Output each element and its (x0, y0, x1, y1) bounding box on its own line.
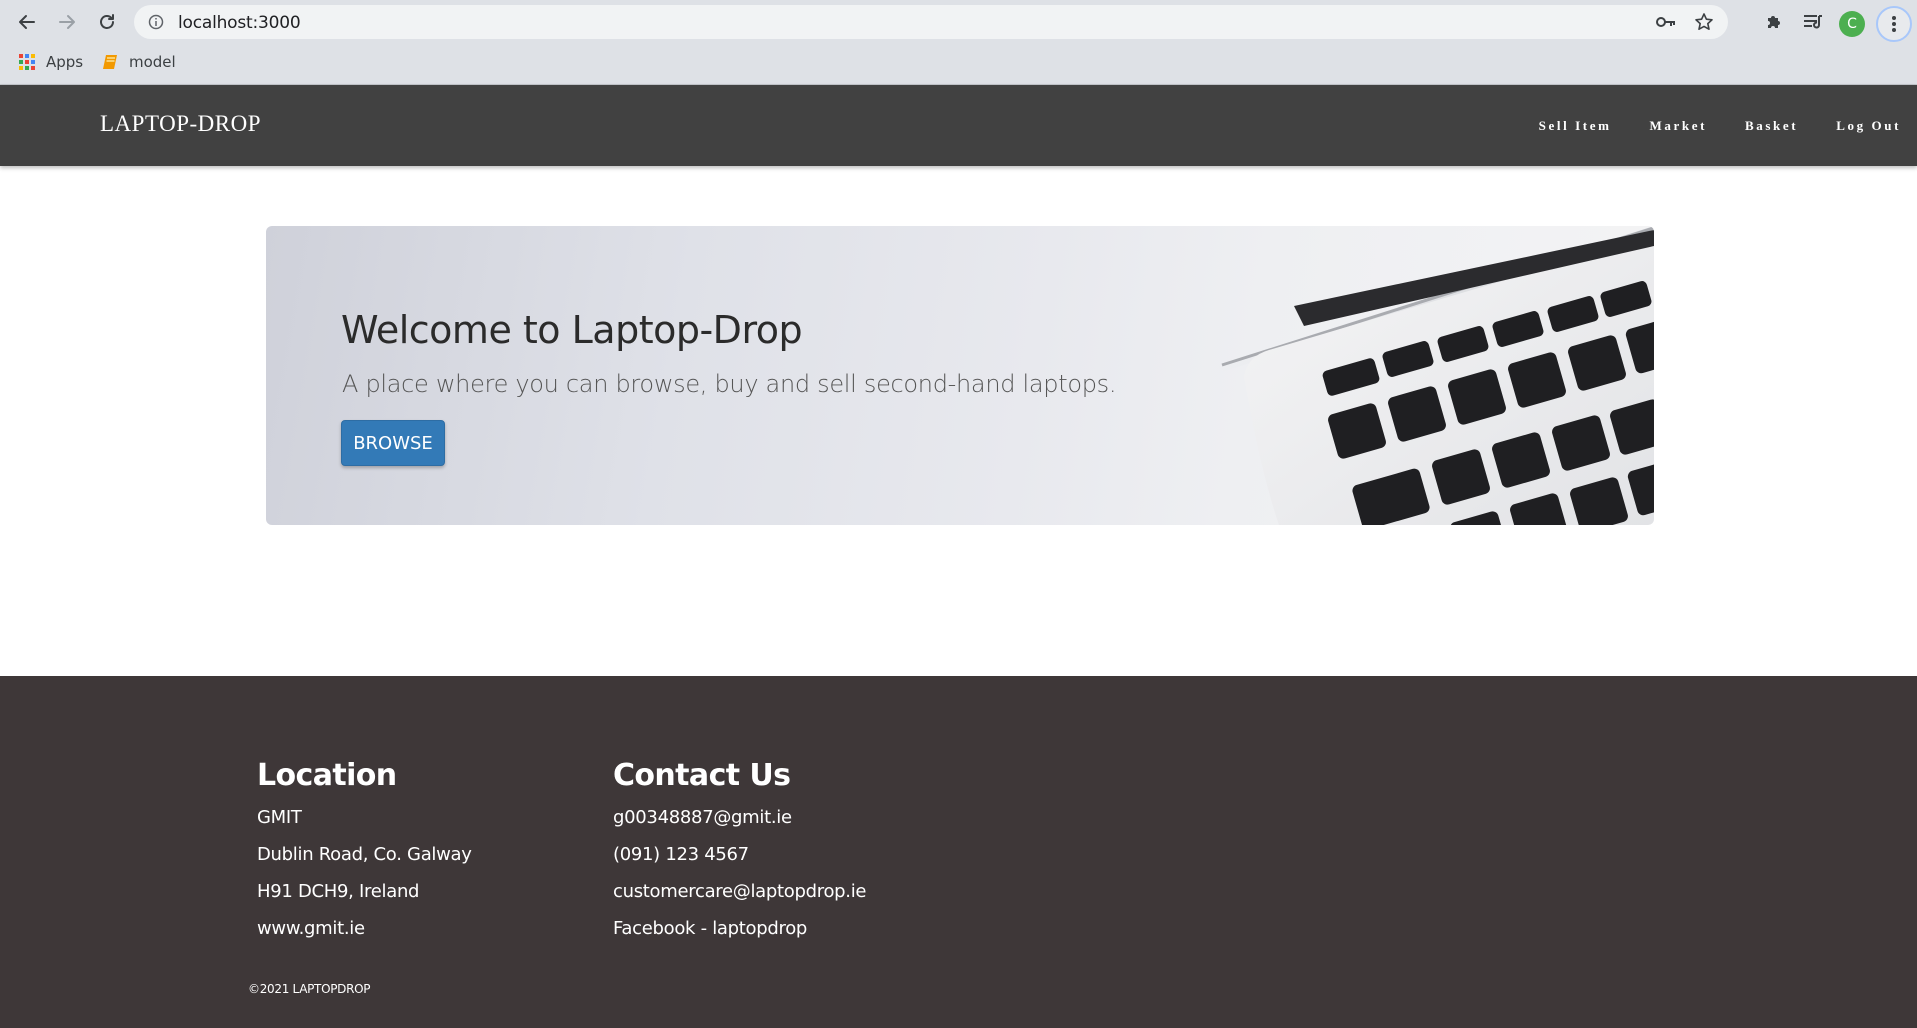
browser-chrome: localhost:3000 C Apps model (0, 0, 1917, 85)
brand-logo[interactable]: LAPTOP-DROP (100, 111, 261, 137)
footer-location-line: GMIT (257, 807, 302, 828)
reload-button[interactable] (91, 6, 123, 38)
footer-phone: (091) 123 4567 (613, 844, 749, 865)
footer-facebook-link[interactable]: Facebook - laptopdrop (613, 918, 866, 955)
extensions-button[interactable] (1758, 6, 1790, 38)
copyright-text: ©2021 LAPTOPDROP (248, 982, 371, 996)
forward-button[interactable] (51, 6, 83, 38)
bookmarks-bar: Apps model (0, 44, 1917, 84)
footer-contact-heading: Contact Us (613, 758, 791, 793)
bookmark-model[interactable]: model (101, 53, 176, 71)
nav-link-log-out[interactable]: Log Out (1836, 118, 1901, 134)
reload-icon (100, 14, 114, 29)
info-icon[interactable] (148, 14, 164, 30)
url-text[interactable]: localhost:3000 (178, 13, 301, 33)
footer-location: Location GMIT Dublin Road, Co. Galway H9… (257, 758, 472, 955)
key-icon[interactable] (1656, 14, 1676, 30)
nav-link-sell-item[interactable]: Sell Item (1539, 118, 1612, 134)
footer-location-line: H91 DCH9, Ireland (257, 881, 420, 902)
bookmark-folder-icon (103, 55, 117, 69)
hero-banner: Welcome to Laptop-Drop A place where you… (266, 226, 1654, 525)
footer-customercare-email[interactable]: customercare@laptopdrop.ie (613, 881, 867, 918)
reading-list-button[interactable] (1797, 6, 1829, 38)
bookmark-label: Apps (46, 53, 84, 71)
star-icon[interactable] (1694, 12, 1714, 32)
apps-grid-icon (19, 54, 35, 70)
footer-location-line: Dublin Road, Co. Galway (257, 844, 472, 865)
kebab-menu-icon (1892, 16, 1896, 32)
nav-link-basket[interactable]: Basket (1745, 118, 1798, 134)
hero-subtitle: A place where you can browse, buy and se… (342, 370, 1117, 398)
footer-location-heading: Location (257, 758, 397, 793)
browse-button[interactable]: BROWSE (341, 420, 445, 466)
back-button[interactable] (11, 6, 43, 38)
laptop-keyboard-image (1214, 226, 1654, 525)
browser-menu-button[interactable] (1876, 6, 1912, 42)
reading-list-icon (1804, 15, 1822, 29)
bookmark-label: model (129, 53, 176, 71)
bookmark-apps[interactable]: Apps (18, 53, 83, 71)
arrow-left-icon (19, 15, 35, 29)
footer-contact: Contact Us g00348887@gmit.ie (091) 123 4… (613, 758, 867, 955)
address-bar[interactable]: localhost:3000 (134, 5, 1728, 39)
site-footer: Location GMIT Dublin Road, Co. Galway H9… (0, 676, 1917, 1028)
hero-title: Welcome to Laptop-Drop (341, 308, 803, 352)
nav-link-market[interactable]: Market (1650, 118, 1707, 134)
arrow-right-icon (59, 15, 75, 29)
browser-toolbar: localhost:3000 C (0, 0, 1917, 44)
footer-email-link[interactable]: g00348887@gmit.ie (613, 807, 866, 844)
site-navbar: LAPTOP-DROP Sell Item Market Basket Log … (0, 85, 1917, 166)
profile-avatar[interactable]: C (1839, 11, 1865, 37)
puzzle-icon (1768, 16, 1780, 28)
footer-website-link[interactable]: www.gmit.ie (257, 918, 472, 955)
nav-links: Sell Item Market Basket Log Out (1539, 118, 1901, 134)
